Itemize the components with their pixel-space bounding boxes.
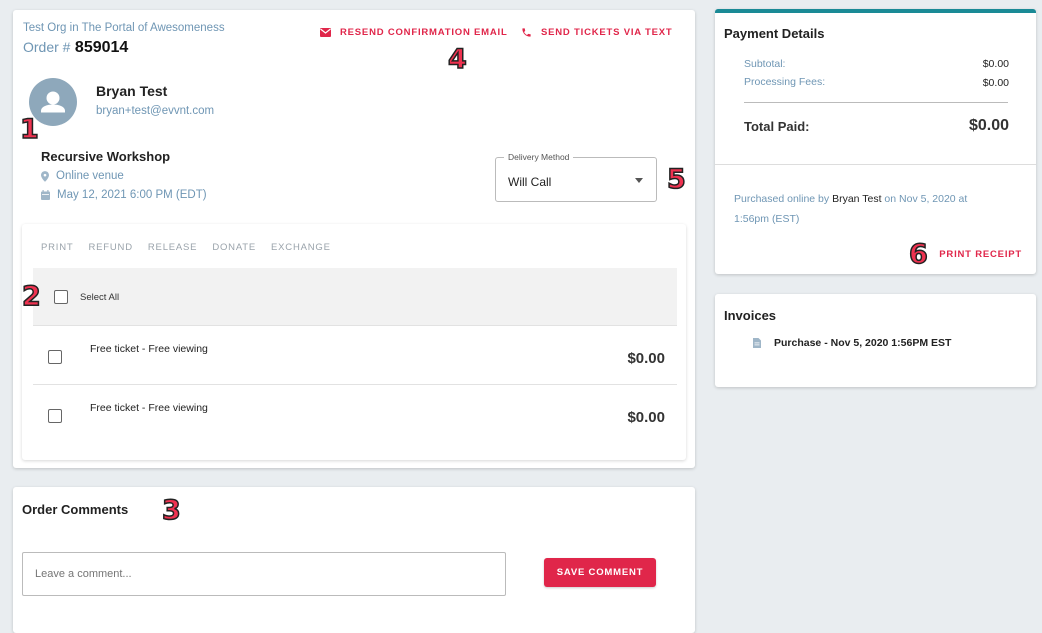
resend-email-button[interactable]: RESEND CONFIRMATION EMAIL	[320, 27, 508, 38]
print-tickets-button[interactable]: PRINT	[41, 242, 74, 253]
exchange-button[interactable]: EXCHANGE	[271, 242, 331, 253]
subtotal-label: Subtotal:	[744, 58, 786, 70]
delivery-method-label: Delivery Method	[504, 152, 574, 162]
order-card: Test Org in The Portal of Awesomeness Or…	[13, 10, 695, 468]
purchase-time: 1:56pm (EST)	[734, 213, 800, 225]
order-heading: Order # 859014	[23, 39, 128, 57]
ticket-name: Free ticket - Free viewing	[90, 343, 208, 355]
annotation-6: 6	[908, 239, 928, 270]
tickets-panel: PRINT REFUND RELEASE DONATE EXCHANGE Sel…	[22, 224, 686, 460]
total-paid-value: $0.00	[968, 117, 1009, 134]
save-comment-button[interactable]: SAVE COMMENT	[544, 558, 656, 587]
event-date: May 12, 2021 6:00 PM (EDT)	[41, 189, 207, 201]
release-button[interactable]: RELEASE	[148, 242, 197, 253]
donate-button[interactable]: DONATE	[212, 242, 256, 253]
org-line: Test Org in The Portal of Awesomeness	[23, 22, 225, 34]
payment-title: Payment Details	[724, 26, 825, 41]
event-title: Recursive Workshop	[41, 149, 171, 164]
print-receipt-button[interactable]: PRINT RECEIPT	[939, 249, 1022, 260]
annotation-5: 5	[666, 164, 686, 195]
annotation-4: 4	[447, 44, 467, 75]
annotation-1: 1	[19, 114, 39, 145]
send-text-button[interactable]: SEND TICKETS VIA TEXT	[521, 27, 673, 38]
table-row: Free ticket - Free viewing $0.00	[33, 385, 677, 445]
fees-label: Processing Fees:	[744, 76, 826, 88]
delivery-method-select[interactable]: Delivery Method Will Call	[495, 152, 657, 202]
invoice-label: Purchase - Nov 5, 2020 1:56PM EST	[774, 337, 952, 349]
invoices-title: Invoices	[724, 308, 777, 323]
select-all-row: Select All	[33, 268, 677, 326]
purchase-info: Purchased online by Bryan Test on Nov 5,…	[734, 189, 1024, 229]
annotation-3: 3	[161, 495, 181, 526]
comments-title: Order Comments	[22, 502, 129, 517]
annotation-2: 2	[21, 281, 41, 312]
purchase-prefix: Purchased online by	[734, 193, 830, 205]
mail-icon	[320, 28, 331, 37]
event-venue-text: Online venue	[56, 170, 124, 182]
phone-icon	[522, 28, 531, 37]
dropdown-arrow-icon	[635, 178, 643, 183]
calendar-icon	[41, 190, 50, 200]
subtotal-value: $0.00	[982, 58, 1009, 70]
delivery-method-value: Will Call	[508, 175, 552, 189]
select-all-checkbox[interactable]	[54, 290, 68, 304]
customer-name: Bryan Test	[96, 83, 168, 99]
divider	[715, 164, 1036, 165]
select-all-label: Select All	[80, 292, 120, 303]
payment-details-card: Payment Details Subtotal: $0.00 Processi…	[715, 9, 1036, 274]
comment-input[interactable]	[22, 552, 506, 596]
send-text-label: SEND TICKETS VIA TEXT	[541, 27, 673, 38]
location-pin-icon	[41, 170, 49, 182]
fees-value: $0.00	[982, 77, 1009, 89]
ticket-checkbox[interactable]	[48, 409, 62, 423]
refund-button[interactable]: REFUND	[89, 242, 133, 253]
order-number: 859014	[74, 39, 129, 56]
invoices-card: Invoices Purchase - Nov 5, 2020 1:56PM E…	[715, 294, 1036, 387]
ticket-name: Free ticket - Free viewing	[90, 402, 208, 414]
invoice-item[interactable]: Purchase - Nov 5, 2020 1:56PM EST	[753, 337, 951, 349]
order-label: Order #	[23, 39, 71, 55]
document-icon	[753, 338, 761, 348]
ticket-price: $0.00	[627, 350, 665, 367]
purchase-suffix: on Nov 5, 2020 at	[884, 193, 968, 205]
total-paid-label: Total Paid:	[744, 119, 810, 134]
resend-email-label: RESEND CONFIRMATION EMAIL	[340, 27, 508, 38]
purchaser-name: Bryan Test	[832, 193, 882, 205]
event-venue: Online venue	[41, 170, 124, 182]
ticket-checkbox[interactable]	[48, 350, 62, 364]
ticket-price: $0.00	[627, 409, 665, 426]
order-comments-card: Order Comments SAVE COMMENT	[13, 487, 695, 633]
ticket-action-bar: PRINT REFUND RELEASE DONATE EXCHANGE	[41, 242, 331, 253]
table-row: Free ticket - Free viewing $0.00	[33, 326, 677, 385]
customer-email: bryan+test@evvnt.com	[96, 105, 215, 117]
event-date-text: May 12, 2021 6:00 PM (EDT)	[57, 189, 207, 201]
divider	[744, 102, 1008, 103]
